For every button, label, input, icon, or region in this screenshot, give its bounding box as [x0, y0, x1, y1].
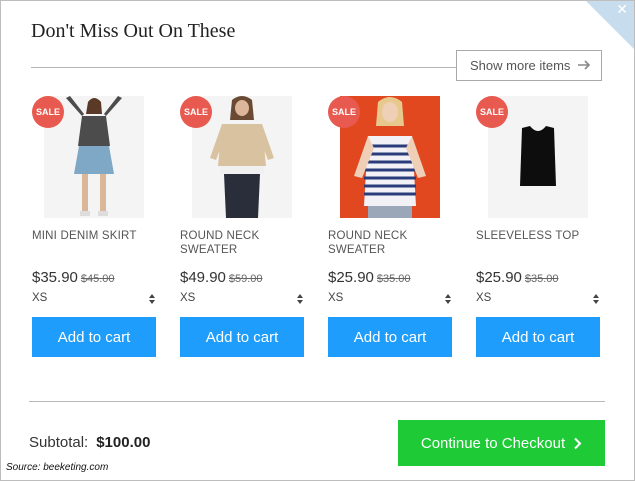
size-value: XS — [476, 292, 492, 304]
footer-divider — [29, 401, 605, 402]
product-price: $25.90 $35.00 — [476, 269, 559, 286]
sale-badge: SALE — [32, 96, 64, 128]
product-name[interactable]: ROUND NECK SWEATER — [328, 229, 452, 257]
product-price: $35.90 $45.00 — [32, 269, 115, 286]
old-price: $35.00 — [376, 273, 411, 285]
checkout-label: Continue to Checkout — [420, 434, 566, 452]
product-price: $49.90 $59.00 — [180, 269, 263, 286]
old-price: $59.00 — [228, 273, 263, 285]
upsell-modal: ✕ Don't Miss Out On These Show more item… — [0, 0, 635, 481]
add-to-cart-button[interactable]: Add to cart — [180, 317, 304, 357]
product-card: SALE SLEEVELESS TOP $25.90 $35.00 XS Add … — [476, 96, 600, 358]
modal-title: Don't Miss Out On These — [31, 20, 236, 42]
sale-badge: SALE — [476, 96, 508, 128]
title-divider — [31, 67, 456, 68]
size-select[interactable]: XS — [180, 292, 304, 306]
product-card: SALE MINI DENIM SKIRT $35.90 $45.00 XS Ad… — [32, 96, 156, 358]
current-price: $25.90 — [476, 269, 522, 286]
product-card: SALE ROUND NECK SWEATER $25.90 $35.00 XS … — [328, 96, 452, 358]
sale-badge: SALE — [328, 96, 360, 128]
source-caption: Source: beeketing.com — [6, 462, 109, 473]
sort-arrows-icon — [593, 294, 599, 304]
size-value: XS — [180, 292, 196, 304]
close-icon: ✕ — [616, 2, 628, 18]
sort-arrows-icon — [445, 294, 451, 304]
close-button[interactable]: ✕ — [586, 1, 634, 49]
arrow-right-icon — [578, 60, 591, 70]
chevron-right-icon — [574, 437, 582, 449]
product-card: SALE ROUND NECK SWEATER $49.90 $59.00 XS … — [180, 96, 304, 358]
size-select[interactable]: XS — [32, 292, 156, 306]
product-name[interactable]: ROUND NECK SWEATER — [180, 229, 304, 257]
size-value: XS — [328, 292, 344, 304]
current-price: $49.90 — [180, 269, 226, 286]
size-value: XS — [32, 292, 48, 304]
subtotal-amount: $100.00 — [96, 434, 151, 451]
continue-to-checkout-button[interactable]: Continue to Checkout — [398, 420, 605, 466]
product-name[interactable]: MINI DENIM SKIRT — [32, 229, 156, 243]
add-to-cart-button[interactable]: Add to cart — [328, 317, 452, 357]
add-to-cart-button[interactable]: Add to cart — [476, 317, 600, 357]
old-price: $35.00 — [524, 273, 559, 285]
subtotal-label: Subtotal: — [29, 434, 89, 451]
sort-arrows-icon — [149, 294, 155, 304]
show-more-button[interactable]: Show more items — [456, 50, 602, 81]
sort-arrows-icon — [297, 294, 303, 304]
current-price: $25.90 — [328, 269, 374, 286]
old-price: $45.00 — [80, 273, 115, 285]
subtotal: Subtotal: $100.00 — [29, 434, 150, 451]
size-select[interactable]: XS — [476, 292, 600, 306]
product-name[interactable]: SLEEVELESS TOP — [476, 229, 600, 243]
add-to-cart-button[interactable]: Add to cart — [32, 317, 156, 357]
size-select[interactable]: XS — [328, 292, 452, 306]
product-price: $25.90 $35.00 — [328, 269, 411, 286]
current-price: $35.90 — [32, 269, 78, 286]
sale-badge: SALE — [180, 96, 212, 128]
show-more-label: Show more items — [470, 58, 571, 73]
